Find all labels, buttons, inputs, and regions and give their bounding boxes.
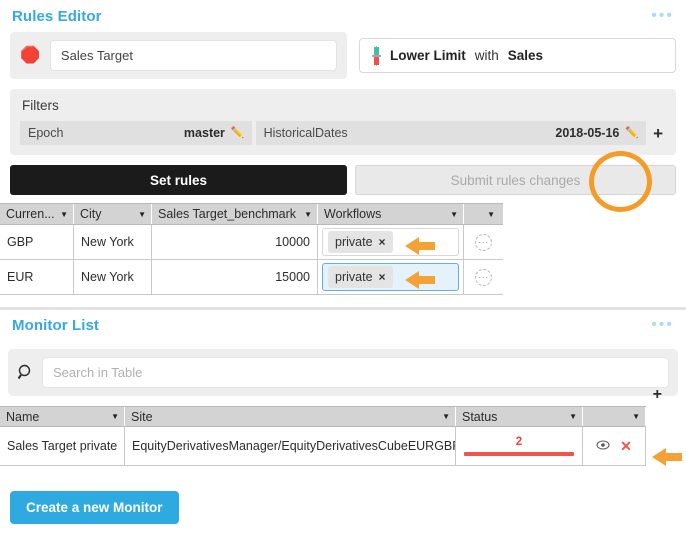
chevron-down-icon[interactable]: ▼: [56, 210, 68, 219]
filters-panel: Filters Epoch master ✏️ HistoricalDates …: [10, 89, 676, 155]
column-header-workflows[interactable]: Workflows ▼: [318, 204, 464, 224]
lower-limit-icon: [372, 45, 381, 66]
cell-workflows[interactable]: private ×: [318, 260, 464, 294]
table-row[interactable]: Sales Target private EquityDerivativesMa…: [0, 386, 662, 466]
chevron-down-icon[interactable]: ▼: [565, 412, 577, 421]
close-icon[interactable]: ×: [379, 235, 386, 249]
kpi-connector: with: [474, 48, 499, 63]
kpi-measure: Sales: [507, 48, 544, 63]
monitor-list-title: Monitor List: [12, 316, 100, 334]
chevron-down-icon[interactable]: ▼: [483, 210, 495, 219]
filter-epoch-value: master: [183, 126, 225, 140]
chevron-down-icon[interactable]: ▼: [446, 210, 458, 219]
submit-rules-changes-button[interactable]: Submit rules changes: [355, 165, 676, 195]
monitor-table-header: Name ▼ Site ▼ Status ▼ ▼: [0, 406, 646, 427]
column-header-currency[interactable]: Curren... ▼: [0, 204, 74, 224]
rules-actions: Set rules Submit rules changes: [0, 155, 686, 195]
status-badge: 2: [515, 436, 523, 448]
chevron-down-icon[interactable]: ▼: [300, 210, 312, 219]
rules-table-header: Curren... ▼ City ▼ Sales Target_benchmar…: [0, 203, 503, 225]
filter-epoch[interactable]: Epoch master ✏️: [20, 121, 252, 145]
cell-workflows[interactable]: private ×: [318, 225, 464, 259]
cell-monitor-status: 2: [456, 427, 583, 465]
cell-monitor-name: Sales Target private: [0, 427, 125, 465]
monitor-table: Name ▼ Site ▼ Status ▼ ▼ Sales Target pr…: [0, 386, 662, 466]
workflow-tag-label: private: [335, 270, 373, 284]
chevron-down-icon[interactable]: ▼: [134, 210, 146, 219]
edit-pencil-icon[interactable]: ✏️: [625, 127, 639, 139]
workflow-tag[interactable]: private ×: [328, 266, 393, 288]
column-header-monitor-actions[interactable]: ▼: [583, 407, 646, 426]
add-monitor-column-button[interactable]: +: [653, 386, 662, 404]
workflow-tag[interactable]: private ×: [328, 231, 393, 253]
kpi-selector[interactable]: Lower Limit with Sales: [359, 38, 676, 73]
filters-label: Filters: [22, 98, 59, 113]
column-header-name[interactable]: Name ▼: [0, 407, 125, 426]
rules-editor-menu-icon[interactable]: •••: [651, 8, 674, 24]
rules-editor-header: Rules Editor •••: [0, 0, 686, 32]
column-header-site[interactable]: Site ▼: [125, 407, 456, 426]
column-header-benchmark[interactable]: Sales Target_benchmark ▼: [152, 204, 318, 224]
close-icon[interactable]: ×: [379, 270, 386, 284]
filter-epoch-name: Epoch: [28, 126, 64, 140]
status-progress-bar: [464, 452, 574, 456]
chevron-down-icon[interactable]: ▼: [628, 412, 640, 421]
cell-city: New York: [74, 260, 152, 294]
chevron-down-icon[interactable]: ▼: [107, 412, 119, 421]
workflow-tag-container[interactable]: private ×: [322, 263, 459, 291]
edit-pencil-icon[interactable]: ✏️: [231, 127, 245, 139]
cell-city: New York: [74, 225, 152, 259]
rules-editor-top-row: 🛑 Lower Limit with Sales: [0, 32, 686, 79]
annotation-arrow-monitor-row: [652, 448, 682, 466]
add-filter-button[interactable]: +: [646, 125, 666, 142]
set-rules-button[interactable]: Set rules: [10, 165, 347, 195]
eye-icon[interactable]: [596, 439, 610, 453]
delete-icon[interactable]: ✕: [620, 438, 632, 455]
table-row[interactable]: GBP New York 10000 private × ···: [0, 225, 503, 260]
cell-currency: GBP: [0, 225, 74, 259]
cell-currency: EUR: [0, 260, 74, 294]
filter-historicaldates-value: 2018-05-16: [555, 126, 620, 140]
rule-name-group: 🛑: [10, 32, 347, 79]
cell-monitor-site: EquityDerivativesManager/EquityDerivativ…: [125, 427, 456, 465]
rules-table: Curren... ▼ City ▼ Sales Target_benchmar…: [0, 203, 503, 295]
cell-benchmark: 10000: [152, 225, 318, 259]
monitor-list-header: Monitor List •••: [0, 310, 686, 340]
chevron-down-icon[interactable]: ▼: [438, 412, 450, 421]
monitor-list-menu-icon[interactable]: •••: [651, 317, 674, 333]
cell-row-actions[interactable]: ···: [464, 260, 503, 294]
table-row[interactable]: EUR New York 15000 private × ···: [0, 260, 503, 295]
row-menu-icon[interactable]: ···: [475, 268, 492, 286]
column-header-status[interactable]: Status ▼: [456, 407, 583, 426]
app-root: Rules Editor ••• 🛑 Lower Limit with Sale…: [0, 0, 686, 537]
search-icon: [17, 364, 34, 381]
workflow-tag-container[interactable]: private ×: [322, 228, 459, 256]
cell-benchmark: 15000: [152, 260, 318, 294]
cell-row-actions[interactable]: ···: [464, 225, 503, 259]
search-bar: [8, 349, 678, 396]
kpi-label: Lower Limit: [390, 48, 466, 63]
column-header-actions[interactable]: ▼: [464, 204, 503, 224]
cell-monitor-actions[interactable]: ✕: [583, 427, 646, 465]
search-input[interactable]: [42, 357, 669, 388]
row-menu-icon[interactable]: ···: [475, 233, 492, 251]
column-header-city[interactable]: City ▼: [74, 204, 152, 224]
filter-historicaldates[interactable]: HistoricalDates 2018-05-16 ✏️: [255, 121, 647, 145]
page-title: Rules Editor: [12, 7, 102, 25]
workflow-tag-label: private: [335, 235, 373, 249]
rule-name-input[interactable]: [49, 40, 337, 71]
traffic-light-icon: 🛑: [20, 46, 40, 64]
create-monitor-button[interactable]: Create a new Monitor: [10, 491, 179, 524]
filter-historicaldates-name: HistoricalDates: [263, 126, 348, 140]
filters-row: Epoch master ✏️ HistoricalDates 2018-05-…: [20, 121, 666, 145]
